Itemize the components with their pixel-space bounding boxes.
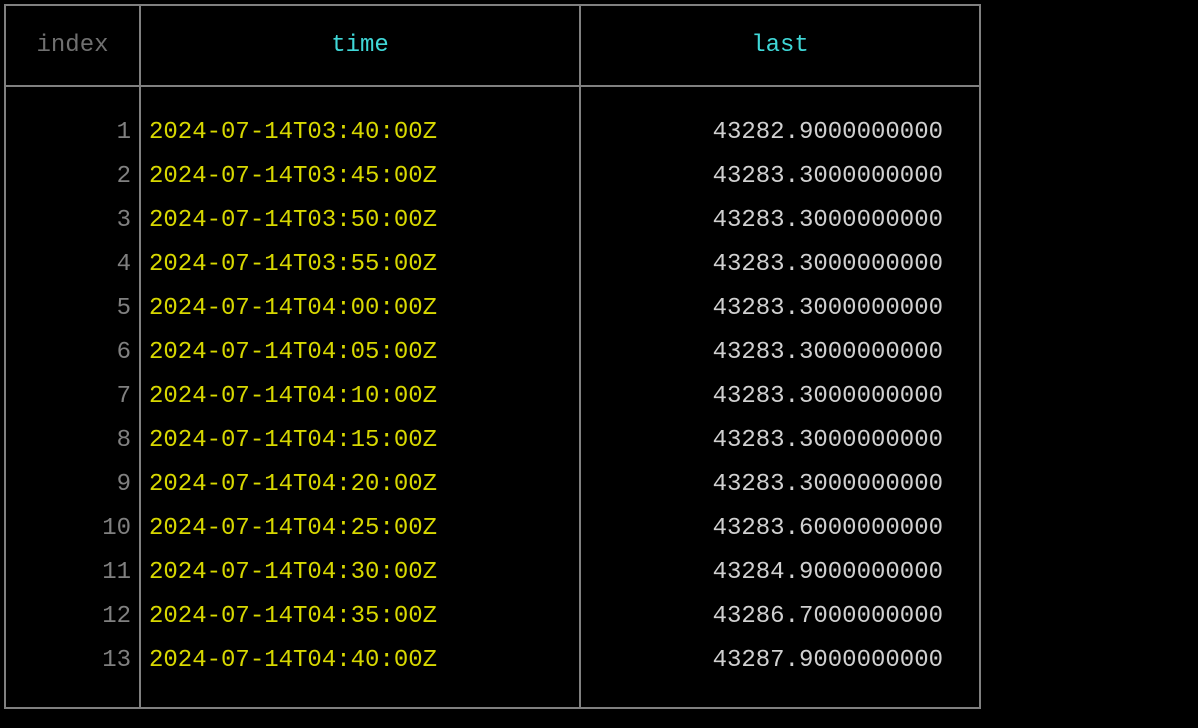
cell-index: 2 — [5, 155, 140, 199]
table-row: 132024-07-14T04:40:00Z43287.9000000000 — [5, 639, 980, 708]
cell-time: 2024-07-14T04:10:00Z — [140, 375, 580, 419]
cell-index: 12 — [5, 595, 140, 639]
table-row: 52024-07-14T04:00:00Z43283.3000000000 — [5, 287, 980, 331]
cell-time: 2024-07-14T03:40:00Z — [140, 86, 580, 155]
cell-time: 2024-07-14T04:00:00Z — [140, 287, 580, 331]
cell-time: 2024-07-14T04:25:00Z — [140, 507, 580, 551]
cell-last: 43283.6000000000 — [580, 507, 980, 551]
cell-last: 43283.3000000000 — [580, 155, 980, 199]
cell-time: 2024-07-14T04:30:00Z — [140, 551, 580, 595]
cell-index: 1 — [5, 86, 140, 155]
table-row: 12024-07-14T03:40:00Z43282.9000000000 — [5, 86, 980, 155]
data-table-container: index time last 12024-07-14T03:40:00Z432… — [4, 4, 981, 709]
cell-last: 43284.9000000000 — [580, 551, 980, 595]
cell-last: 43283.3000000000 — [580, 375, 980, 419]
cell-index: 10 — [5, 507, 140, 551]
table-row: 112024-07-14T04:30:00Z43284.9000000000 — [5, 551, 980, 595]
cell-last: 43286.7000000000 — [580, 595, 980, 639]
table-row: 82024-07-14T04:15:00Z43283.3000000000 — [5, 419, 980, 463]
cell-time: 2024-07-14T04:20:00Z — [140, 463, 580, 507]
column-header-time: time — [140, 5, 580, 86]
cell-index: 6 — [5, 331, 140, 375]
column-header-index: index — [5, 5, 140, 86]
cell-last: 43283.3000000000 — [580, 287, 980, 331]
cell-time: 2024-07-14T04:40:00Z — [140, 639, 580, 708]
cell-index: 3 — [5, 199, 140, 243]
table-body: 12024-07-14T03:40:00Z43282.9000000000220… — [5, 86, 980, 708]
table-row: 42024-07-14T03:55:00Z43283.3000000000 — [5, 243, 980, 287]
table-row: 102024-07-14T04:25:00Z43283.6000000000 — [5, 507, 980, 551]
cell-time: 2024-07-14T03:55:00Z — [140, 243, 580, 287]
cell-index: 13 — [5, 639, 140, 708]
table-row: 62024-07-14T04:05:00Z43283.3000000000 — [5, 331, 980, 375]
cell-index: 11 — [5, 551, 140, 595]
cell-time: 2024-07-14T03:45:00Z — [140, 155, 580, 199]
cell-last: 43283.3000000000 — [580, 419, 980, 463]
cell-time: 2024-07-14T03:50:00Z — [140, 199, 580, 243]
table-header: index time last — [5, 5, 980, 86]
data-table: index time last 12024-07-14T03:40:00Z432… — [4, 4, 981, 709]
cell-index: 4 — [5, 243, 140, 287]
table-row: 22024-07-14T03:45:00Z43283.3000000000 — [5, 155, 980, 199]
cell-last: 43287.9000000000 — [580, 639, 980, 708]
cell-index: 8 — [5, 419, 140, 463]
header-row: index time last — [5, 5, 980, 86]
cell-last: 43283.3000000000 — [580, 243, 980, 287]
cell-time: 2024-07-14T04:35:00Z — [140, 595, 580, 639]
cell-last: 43283.3000000000 — [580, 199, 980, 243]
cell-last: 43283.3000000000 — [580, 463, 980, 507]
table-row: 32024-07-14T03:50:00Z43283.3000000000 — [5, 199, 980, 243]
cell-last: 43283.3000000000 — [580, 331, 980, 375]
cell-time: 2024-07-14T04:15:00Z — [140, 419, 580, 463]
cell-index: 9 — [5, 463, 140, 507]
table-row: 72024-07-14T04:10:00Z43283.3000000000 — [5, 375, 980, 419]
cell-index: 5 — [5, 287, 140, 331]
cell-last: 43282.9000000000 — [580, 86, 980, 155]
column-header-last: last — [580, 5, 980, 86]
table-row: 92024-07-14T04:20:00Z43283.3000000000 — [5, 463, 980, 507]
cell-time: 2024-07-14T04:05:00Z — [140, 331, 580, 375]
table-row: 122024-07-14T04:35:00Z43286.7000000000 — [5, 595, 980, 639]
cell-index: 7 — [5, 375, 140, 419]
